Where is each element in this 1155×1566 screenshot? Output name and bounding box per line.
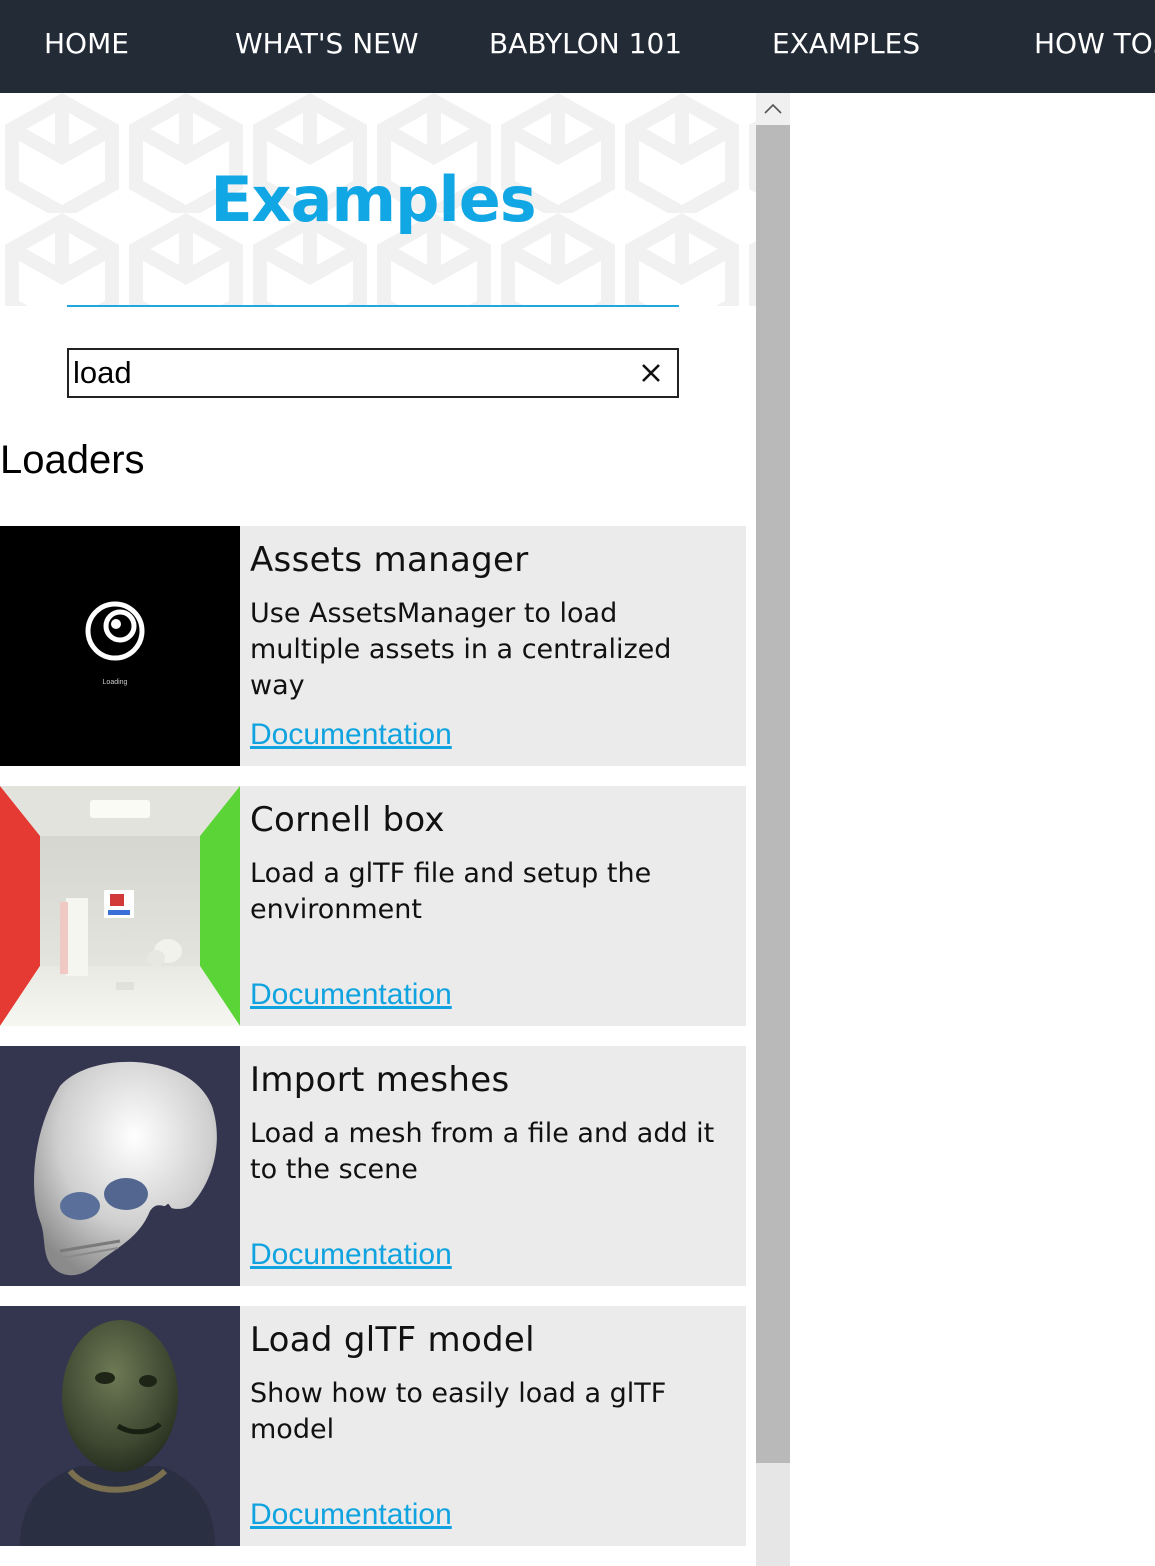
- title-underline: [67, 305, 679, 307]
- documentation-link[interactable]: Documentation: [250, 718, 452, 752]
- thumbnail-load-gltf-model[interactable]: [0, 1306, 240, 1546]
- page-title: Examples: [210, 163, 536, 236]
- scrollbar-thumb[interactable]: [756, 125, 790, 1463]
- card-description: Use AssetsManager to load multiple asset…: [250, 598, 672, 701]
- example-card-assets-manager: Loading Assets manager Use AssetsManager…: [0, 526, 746, 766]
- nav-how-to[interactable]: HOW TO.: [1034, 27, 1155, 60]
- nav-babylon-101[interactable]: BABYLON 101: [489, 27, 682, 60]
- example-card-cornell-box: Cornell box Load a glTF file and setup t…: [0, 786, 746, 1026]
- main-content: Examples Loaders Loading Assets manager …: [0, 93, 756, 1566]
- documentation-link[interactable]: Documentation: [250, 978, 452, 1012]
- search-box: [67, 348, 679, 398]
- vertical-scrollbar[interactable]: [756, 93, 790, 1566]
- card-description: Load a mesh from a file and add it to th…: [250, 1118, 715, 1185]
- chevron-up-icon: [764, 103, 782, 114]
- thumbnail-assets-manager[interactable]: Loading: [0, 526, 240, 766]
- example-card-load-gltf-model: Load glTF model Show how to easily load …: [0, 1306, 746, 1546]
- card-title: Assets manager: [250, 540, 529, 580]
- example-card-import-meshes: Import meshes Load a mesh from a file an…: [0, 1046, 746, 1286]
- close-icon[interactable]: [639, 361, 663, 385]
- card-title: Cornell box: [250, 800, 445, 840]
- card-description: Load a glTF file and setup the environme…: [250, 858, 652, 925]
- nav-examples[interactable]: EXAMPLES: [772, 27, 920, 60]
- thumbnail-import-meshes[interactable]: [0, 1046, 240, 1286]
- section-title-loaders: Loaders: [0, 438, 145, 482]
- card-description: Show how to easily load a glTF model: [250, 1378, 667, 1445]
- thumbnail-cornell-box[interactable]: [0, 786, 240, 1026]
- documentation-link[interactable]: Documentation: [250, 1498, 452, 1532]
- card-title: Load glTF model: [250, 1320, 535, 1360]
- card-title: Import meshes: [250, 1060, 510, 1100]
- nav-home[interactable]: HOME: [44, 27, 129, 60]
- documentation-link[interactable]: Documentation: [250, 1238, 452, 1272]
- hero-banner: Examples: [0, 93, 756, 306]
- thumbnail-caption: Loading: [103, 679, 128, 686]
- nav-whats-new[interactable]: WHAT'S NEW: [235, 27, 419, 60]
- top-nav: HOME WHAT'S NEW BABYLON 101 EXAMPLES HOW…: [0, 0, 1155, 93]
- scroll-up-button[interactable]: [756, 93, 790, 125]
- search-input[interactable]: [73, 354, 623, 392]
